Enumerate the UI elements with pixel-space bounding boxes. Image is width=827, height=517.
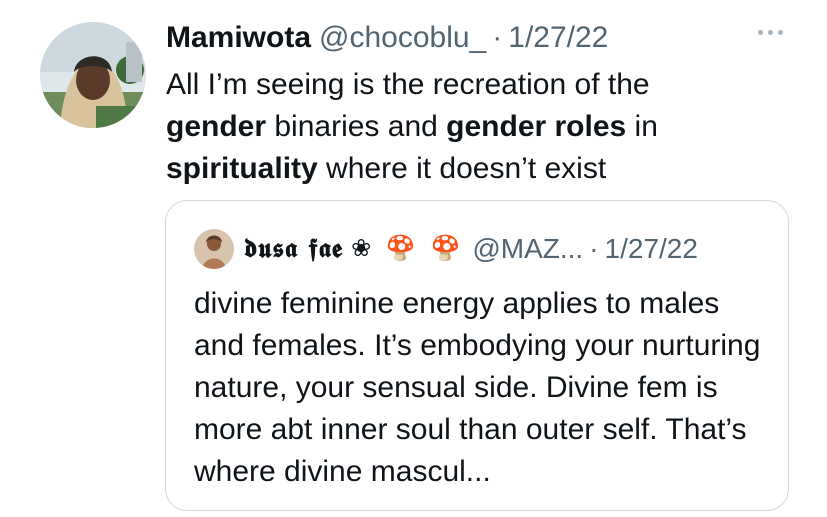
avatar[interactable]: [40, 22, 146, 128]
quoted-user-handle[interactable]: @MAZ...: [472, 231, 583, 267]
tweet-date[interactable]: 1/27/22: [508, 20, 608, 56]
quoted-tweet-date[interactable]: 1/27/22: [605, 231, 698, 267]
bold-segment: gender roles: [446, 110, 627, 143]
more-dot: [778, 30, 783, 35]
text-segment: All I’m seeing is the recreation of the: [166, 68, 650, 101]
quoted-avatar[interactable]: [194, 229, 234, 269]
separator: ·: [492, 21, 503, 54]
more-dot: [768, 30, 773, 35]
tweet-text: All I’m seeing is the recreation of the …: [166, 64, 746, 190]
text-segment: binaries and: [266, 110, 447, 143]
avatar-photo: [40, 22, 146, 128]
user-handle[interactable]: @chocoblu_: [319, 20, 486, 56]
more-horizontal-icon[interactable]: [758, 30, 783, 35]
tweet-header: Mamiwota @chocoblu_ · 1/27/22: [166, 20, 608, 56]
text-segment: in: [626, 110, 658, 143]
quoted-display-name[interactable]: 𝖉𝖚𝖘𝖆 𝖋𝖆𝖊: [244, 231, 343, 267]
name-decoration-icons: ❀ 🍄 🍄: [351, 235, 465, 262]
bold-segment: gender: [166, 110, 267, 143]
display-name[interactable]: Mamiwota: [166, 20, 311, 56]
quoted-avatar-photo: [194, 229, 234, 269]
separator: ·: [589, 233, 599, 264]
bold-segment: spirituality: [166, 152, 318, 185]
tweet: Mamiwota @chocoblu_ · 1/27/22 All I’m se…: [0, 0, 827, 517]
more-dot: [758, 30, 763, 35]
quoted-tweet-header: 𝖉𝖚𝖘𝖆 𝖋𝖆𝖊 ❀ 🍄 🍄 @MAZ... · 1/27/22: [194, 229, 698, 269]
quoted-tweet[interactable]: 𝖉𝖚𝖘𝖆 𝖋𝖆𝖊 ❀ 🍄 🍄 @MAZ... · 1/27/22 divine …: [165, 200, 789, 511]
text-segment: where it doesn’t exist: [317, 152, 607, 185]
quoted-tweet-text: divine feminine energy applies to males …: [194, 287, 761, 488]
